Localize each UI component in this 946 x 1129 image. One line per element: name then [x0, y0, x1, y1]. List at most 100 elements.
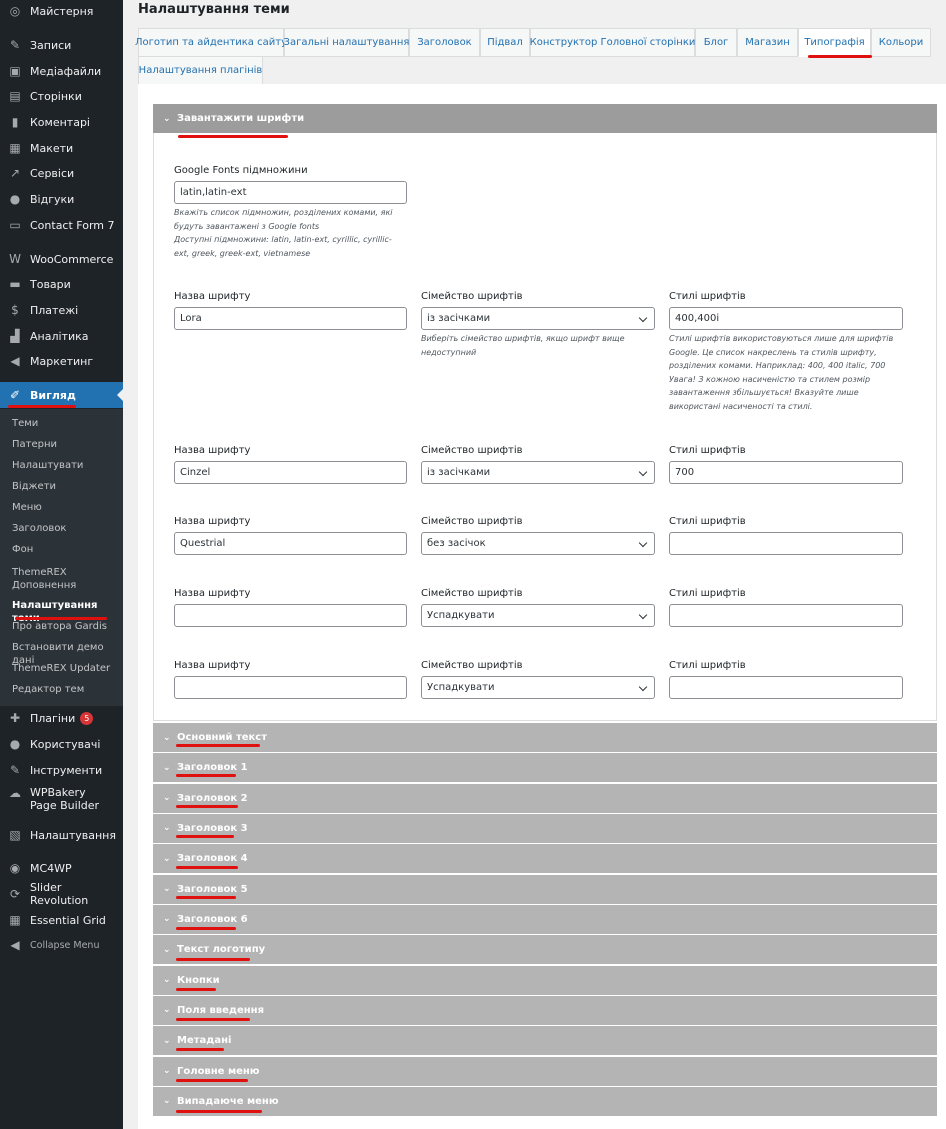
dashboard-icon: ◎ — [9, 4, 21, 18]
section-header-9[interactable]: ⌄ Поля введення — [153, 995, 937, 1025]
sidebar-item-20[interactable]: ◉ MC4WP — [0, 858, 123, 878]
layouts-icon: ▦ — [9, 141, 21, 155]
sidebar-item-8[interactable]: ▭ Contact Form 7 — [0, 215, 123, 235]
marketing-icon: ◀ — [10, 354, 20, 368]
sidebar-item-9[interactable]: W WooCommerce — [0, 249, 123, 269]
section-header-0[interactable]: ⌄ Основний текст — [153, 723, 937, 752]
section-header-4[interactable]: ⌄ Заголовок 4 — [153, 844, 937, 874]
sidebar-item-21[interactable]: ⟳ Slider Revolution — [0, 881, 123, 907]
tab-7[interactable]: Типографія — [798, 28, 871, 57]
chevron-down-icon: ⌄ — [163, 1035, 171, 1046]
submenu-item-7[interactable]: ThemeREX Доповнення — [12, 566, 120, 592]
submenu-item-0[interactable]: Теми — [12, 417, 120, 430]
section-header-8[interactable]: ⌄ Кнопки — [153, 965, 937, 995]
section-header-7[interactable]: ⌄ Текст логотипу — [153, 935, 937, 965]
mc4wp-icon: ◉ — [9, 861, 21, 875]
submenu-item-6[interactable]: Фон — [12, 543, 120, 556]
font-styles-label: Стилі шрифтів — [669, 516, 746, 527]
font-family-label: Сімейство шрифтів — [421, 516, 523, 527]
font-styles-label: Стилі шрифтів — [669, 660, 746, 671]
tab-6[interactable]: Магазин — [737, 28, 798, 57]
submenu-item-2[interactable]: Налаштувати — [12, 459, 120, 472]
submenu-item-1[interactable]: Патерни — [12, 438, 120, 451]
chevron-down-icon: ⌄ — [163, 793, 171, 804]
tab-5[interactable]: Блог — [695, 28, 737, 57]
tab-2[interactable]: Заголовок — [409, 28, 480, 57]
sidebar-item-label: Slider Revolution — [30, 881, 89, 907]
font-styles-input[interactable] — [669, 604, 903, 627]
section-title: Заголовок 1 — [177, 762, 248, 774]
font-family-label: Сімейство шрифтів — [421, 660, 523, 671]
submenu-item-12[interactable]: Редактор тем — [12, 683, 120, 696]
google-fonts-subsets-input[interactable]: latin,latin-ext — [174, 181, 407, 204]
font-name-input[interactable] — [174, 604, 407, 627]
sidebar-item-16[interactable]: ● Користувачі — [0, 734, 123, 754]
section-header-6[interactable]: ⌄ Заголовок 6 — [153, 904, 937, 934]
section-header-upload-fonts[interactable]: ⌄ Завантажити шрифти — [153, 104, 937, 133]
submenu-item-4[interactable]: Меню — [12, 501, 120, 514]
sidebar-item-7[interactable]: ● Відгуки — [0, 189, 123, 209]
sidebar-item-19[interactable]: ▧ Налаштування — [0, 825, 123, 845]
tab-3[interactable]: Підвал — [480, 28, 530, 57]
font-styles-input[interactable]: 700 — [669, 461, 903, 484]
font-family-select[interactable]: Успадкувати — [421, 604, 655, 627]
font-name-input[interactable]: Questrial — [174, 532, 407, 555]
font-styles-input[interactable]: 400,400i — [669, 307, 903, 330]
annotation-underline — [15, 617, 107, 620]
font-name-label: Назва шрифту — [174, 291, 251, 302]
section-header-10[interactable]: ⌄ Метадані — [153, 1026, 937, 1056]
submenu-item-9[interactable]: Про автора Gardis — [12, 620, 120, 633]
font-styles-input[interactable] — [669, 532, 903, 555]
sidebar-item-label: Товари — [30, 277, 71, 291]
tab-0[interactable]: Логотип та айдентика сайту — [135, 28, 287, 57]
sidebar-item-2[interactable]: ▣ Медіафайли — [0, 61, 123, 81]
annotation-underline — [176, 896, 236, 899]
sidebar-item-1[interactable]: ✎ Записи — [0, 35, 123, 55]
section-header-1[interactable]: ⌄ Заголовок 1 — [153, 753, 937, 783]
font-styles-label: Стилі шрифтів — [669, 445, 746, 456]
font-family-select[interactable]: Успадкувати — [421, 676, 655, 699]
sidebar-item-0[interactable]: ◎ Майстерня — [0, 1, 123, 21]
tab-9[interactable]: Налаштування плагінів — [138, 56, 263, 85]
chevron-down-icon: ⌄ — [163, 1096, 171, 1107]
sidebar-item-18[interactable]: ☁ WPBakery Page Builder — [0, 786, 123, 816]
font-family-select[interactable]: із засічками — [421, 461, 655, 484]
chevron-down-icon: ⌄ — [163, 975, 171, 986]
sidebar-item-5[interactable]: ▦ Макети — [0, 138, 123, 158]
font-family-select[interactable]: із засічками — [421, 307, 655, 330]
tab-8[interactable]: Кольори — [871, 28, 931, 57]
font-name-input[interactable] — [174, 676, 407, 699]
font-styles-input[interactable] — [669, 676, 903, 699]
submenu-item-11[interactable]: ThemeREX Updater — [12, 662, 120, 675]
sidebar-item-17[interactable]: ✎ Інструменти — [0, 760, 123, 780]
wrench-icon: ↗ — [9, 166, 21, 180]
sidebar-item-22[interactable]: ▦ Essential Grid — [0, 910, 123, 930]
media-icon: ▣ — [9, 64, 21, 78]
sidebar-item-6[interactable]: ↗ Сервіси — [0, 163, 123, 183]
sidebar-item-11[interactable]: $ Платежі — [0, 300, 123, 320]
section-header-5[interactable]: ⌄ Заголовок 5 — [153, 874, 937, 904]
sidebar-item-3[interactable]: ▤ Сторінки — [0, 86, 123, 106]
sidebar-item-10[interactable]: ▬ Товари — [0, 274, 123, 294]
google-fonts-subsets-hint: Вкажіть список підмножин, розділених ком… — [174, 208, 393, 258]
font-name-input[interactable]: Lora — [174, 307, 407, 330]
font-name-input[interactable]: Cinzel — [174, 461, 407, 484]
sidebar-item-label: Коментарі — [30, 115, 90, 129]
sidebar-item-23[interactable]: ◀ Collapse Menu — [0, 935, 123, 955]
submenu-item-5[interactable]: Заголовок — [12, 522, 120, 535]
sidebar-item-12[interactable]: ▟ Аналітика — [0, 326, 123, 346]
tab-1[interactable]: Загальні налаштування — [284, 28, 409, 57]
sidebar-item-13[interactable]: ◀ Маркетинг — [0, 351, 123, 371]
comments-icon: ▮ — [11, 115, 19, 129]
font-family-select[interactable]: без засічок — [421, 532, 655, 555]
form-icon: ▭ — [9, 218, 21, 232]
section-header-2[interactable]: ⌄ Заголовок 2 — [153, 783, 937, 813]
chevron-down-icon: ⌄ — [163, 823, 171, 834]
sidebar-item-4[interactable]: ▮ Коментарі — [0, 112, 123, 132]
tab-4[interactable]: Конструктор Головної сторінки — [530, 28, 695, 57]
section-header-3[interactable]: ⌄ Заголовок 3 — [153, 813, 937, 843]
section-header-12[interactable]: ⌄ Випадаюче меню — [153, 1086, 937, 1116]
section-header-11[interactable]: ⌄ Головне меню — [153, 1056, 937, 1086]
submenu-item-3[interactable]: Віджети — [12, 480, 120, 493]
sidebar-item-15[interactable]: ✚ Плагіни 5 — [0, 708, 123, 728]
